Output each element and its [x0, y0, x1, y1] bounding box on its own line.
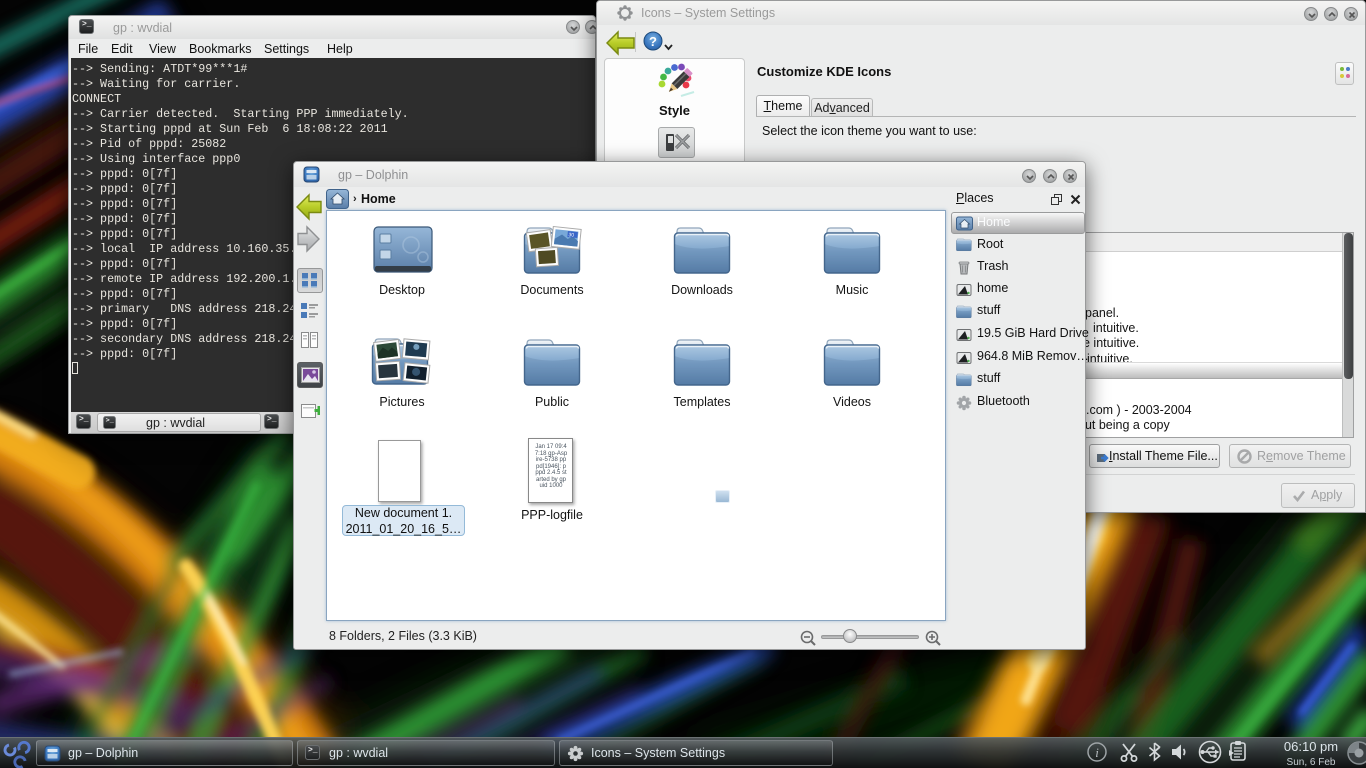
svg-text:?: ?: [649, 34, 657, 49]
svg-text:30: 30: [568, 232, 574, 239]
svg-text:i: i: [1095, 745, 1099, 760]
